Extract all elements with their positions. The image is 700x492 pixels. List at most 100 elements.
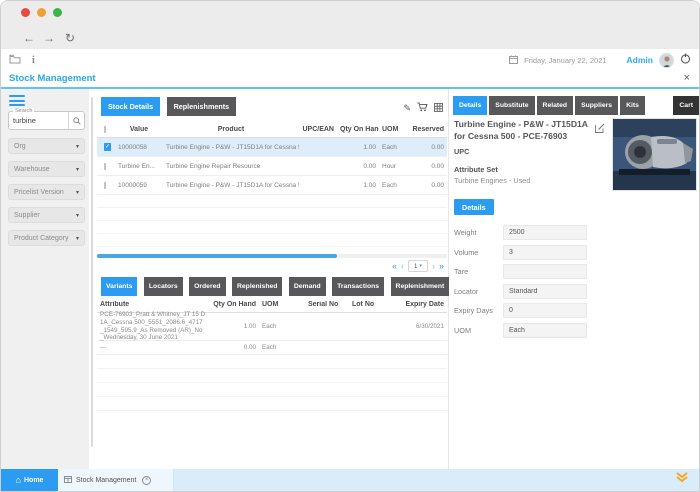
last-page-icon[interactable]: » [439, 260, 444, 272]
chevron-down-icon: ▾ [76, 143, 79, 150]
cart-button[interactable]: Cart [673, 96, 699, 115]
browser-chrome: ← → ↻ ☰ [1, 1, 699, 49]
select-all-checkbox[interactable] [104, 126, 106, 133]
page-title: Stock Management [9, 73, 96, 84]
filter-org[interactable]: Org ▾ [8, 138, 85, 154]
table-row[interactable]: PCE-76903_Pratt & Whitney_JT 15 D 1A_Ces… [97, 313, 447, 341]
filter-pricelist-version[interactable]: Pricelist Version ▾ [8, 184, 85, 200]
field-locator: Locator [454, 284, 697, 299]
refresh-icon[interactable]: ↻ [65, 27, 75, 49]
grid-icon[interactable] [434, 99, 443, 117]
page-header: Stock Management × [1, 71, 699, 87]
field-uom: UOM [454, 323, 697, 338]
close-window-icon[interactable] [21, 8, 30, 17]
minimize-window-icon[interactable] [37, 8, 46, 17]
tab-locators[interactable]: Locators [144, 277, 183, 296]
maximize-window-icon[interactable] [53, 8, 62, 17]
empty-row [97, 383, 447, 397]
tab-replenishment[interactable]: Replenishment [391, 277, 450, 296]
filter-product-category[interactable]: Product Category ▾ [8, 230, 85, 246]
power-icon[interactable] [680, 51, 691, 69]
tab-suppliers[interactable]: Suppliers [575, 96, 618, 115]
filter-warehouse[interactable]: Warehouse ▾ [8, 161, 85, 177]
stock-management-tab[interactable]: Stock Management × [58, 469, 174, 491]
calendar-icon [509, 51, 518, 69]
cart-icon[interactable] [417, 99, 428, 117]
info-icon[interactable]: i [32, 55, 35, 66]
pagination: « ‹ 1 ▾ › » [392, 260, 444, 272]
forward-icon[interactable]: → [43, 27, 55, 49]
stock-panel: Stock Details Replenishments ✎ Value Pro… [97, 89, 447, 469]
horizontal-scrollbar[interactable] [97, 254, 447, 258]
back-icon[interactable]: ← [23, 27, 35, 49]
taskbar: ⌂ Home Stock Management × [1, 469, 699, 491]
locator-input[interactable] [503, 284, 587, 299]
row-checkbox[interactable] [104, 182, 106, 189]
empty-row [97, 208, 447, 221]
expand-chevron-icon[interactable] [675, 470, 689, 488]
edit-product-icon[interactable] [595, 120, 605, 138]
empty-row [97, 397, 447, 411]
admin-link[interactable]: Admin [627, 55, 653, 65]
attribute-set-value: Turbine Engines - Used [454, 176, 530, 185]
tab-replenishments[interactable]: Replenishments [167, 97, 237, 116]
details-fields: Weight Volume Tare Locator Expiry Days U… [454, 225, 697, 338]
table-row[interactable]: --- 0.00 Each [97, 341, 447, 355]
table-row[interactable]: ✓ 10000058 Turbine Engine - P&W - JT15D1… [97, 138, 447, 157]
tare-input[interactable] [503, 264, 587, 279]
close-icon[interactable]: × [684, 71, 690, 85]
product-title: Turbine Engine - P&W - JT15D1A for Cessn… [454, 118, 592, 142]
next-page-icon[interactable]: › [432, 260, 435, 272]
tab-variants[interactable]: Variants [101, 277, 137, 296]
table-row[interactable]: Turbine En... Turbine Engine Repair Reso… [97, 157, 447, 176]
chevron-down-icon: ▾ [76, 166, 79, 173]
tab-close-icon[interactable]: × [142, 476, 151, 485]
avatar[interactable] [659, 53, 674, 68]
row-checkbox[interactable] [104, 163, 106, 170]
sidebar-menu-icon[interactable] [9, 95, 25, 109]
prev-page-icon[interactable]: ‹ [401, 260, 404, 272]
empty-row [97, 355, 447, 369]
search-icon[interactable] [68, 112, 84, 129]
sidebar-scrollbar[interactable] [91, 97, 93, 447]
search-input[interactable] [9, 116, 68, 125]
tab-substitute[interactable]: Substitute [489, 96, 534, 115]
window-grid-icon [64, 476, 72, 485]
tab-demand[interactable]: Demand [289, 277, 326, 296]
variants-tabbar: Variants Locators Ordered Replenished De… [101, 275, 451, 296]
tab-stock-details[interactable]: Stock Details [101, 97, 160, 116]
chevron-down-icon: ▾ [76, 189, 79, 196]
page-select[interactable]: 1 ▾ [408, 260, 428, 272]
window-controls [21, 8, 62, 17]
empty-row [97, 234, 447, 247]
tab-ordered[interactable]: Ordered [189, 277, 225, 296]
uom-input[interactable] [503, 323, 587, 338]
tab-transactions[interactable]: Transactions [332, 277, 384, 296]
search-box: Search [8, 111, 85, 130]
scrollbar-thumb[interactable] [97, 254, 337, 258]
volume-input[interactable] [503, 245, 587, 260]
browser-window: ← → ↻ ☰ i Friday, January 22, 2021 Admin [0, 0, 700, 492]
field-expiry-days: Expiry Days [454, 303, 697, 318]
filter-sidebar: Search Org ▾ Warehouse ▾ Pricelist Versi… [1, 89, 89, 469]
expiry-days-input[interactable] [503, 303, 587, 318]
filter-supplier[interactable]: Supplier ▾ [8, 207, 85, 223]
edit-icon[interactable]: ✎ [403, 103, 411, 114]
row-checkbox[interactable]: ✓ [104, 143, 111, 151]
folder-icon[interactable] [9, 51, 21, 69]
table-row[interactable]: 10000059 Turbine Engine - P&W - JT15D1A … [97, 176, 447, 195]
tab-replenished[interactable]: Replenished [232, 277, 282, 296]
tab-related[interactable]: Related [537, 96, 574, 115]
empty-row [97, 369, 447, 383]
details-button[interactable]: Details [454, 199, 494, 215]
chevron-down-icon: ▾ [76, 212, 79, 219]
field-tare: Tare [454, 264, 697, 279]
details-panel: Details Substitute Related Suppliers Kit… [451, 89, 700, 469]
first-page-icon[interactable]: « [392, 260, 397, 272]
details-tabbar: Details Substitute Related Suppliers Kit… [453, 96, 699, 115]
weight-input[interactable] [503, 225, 587, 240]
tab-details[interactable]: Details [453, 96, 487, 115]
empty-row [97, 221, 447, 234]
home-tab[interactable]: ⌂ Home [1, 469, 58, 491]
tab-kits[interactable]: Kits [620, 96, 645, 115]
